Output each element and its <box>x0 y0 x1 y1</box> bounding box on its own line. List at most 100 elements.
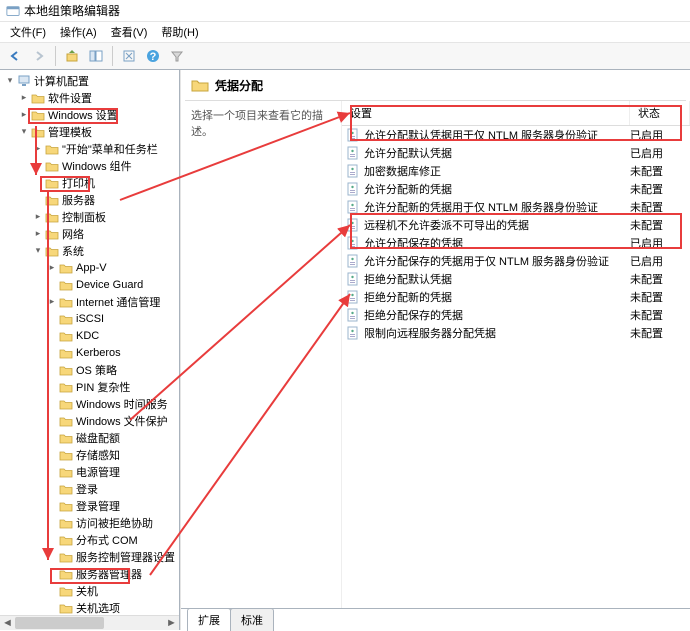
tree-item[interactable]: 登录 <box>0 480 179 497</box>
list-row[interactable]: 拒绝分配默认凭据 未配置 <box>342 270 690 288</box>
tree-item[interactable]: Device Guard <box>0 276 179 293</box>
setting-state: 未配置 <box>630 199 690 215</box>
list-row[interactable]: 允许分配新的凭据 未配置 <box>342 180 690 198</box>
list-row[interactable]: 允许分配保存的凭据 已启用 <box>342 234 690 252</box>
tree-pane[interactable]: ▾ 计算机配置 ▸ 软件设置 ▸ Windows 设置 ▾ 管理模板 ▸ "开始… <box>0 70 180 630</box>
tree-item[interactable]: 电源管理 <box>0 463 179 480</box>
tree-item-label: 打印机 <box>60 175 95 191</box>
folder-icon <box>58 312 74 326</box>
tree-item[interactable]: PIN 复杂性 <box>0 378 179 395</box>
setting-name: 拒绝分配保存的凭据 <box>364 307 630 323</box>
menu-action[interactable]: 操作(A) <box>54 22 103 42</box>
expand-icon[interactable]: ▸ <box>18 92 30 103</box>
details-title: 凭据分配 <box>215 77 263 94</box>
list-row[interactable]: 允许分配新的凭据用于仅 NTLM 服务器身份验证 未配置 <box>342 198 690 216</box>
setting-name: 允许分配默认凭据 <box>364 145 630 161</box>
tree-item[interactable]: 分布式 COM <box>0 531 179 548</box>
folder-icon <box>30 91 46 105</box>
forward-button[interactable] <box>28 45 50 67</box>
scroll-right-icon[interactable]: ► <box>164 616 179 630</box>
list-row[interactable]: 允许分配默认凭据 已启用 <box>342 144 690 162</box>
tree-item[interactable]: Windows 文件保护 <box>0 412 179 429</box>
tabs: 扩展 标准 <box>181 608 690 630</box>
content-area: ▾ 计算机配置 ▸ 软件设置 ▸ Windows 设置 ▾ 管理模板 ▸ "开始… <box>0 70 690 630</box>
tree-item[interactable]: 访问被拒绝协助 <box>0 514 179 531</box>
expand-icon[interactable]: ▸ <box>32 228 44 239</box>
scroll-track[interactable] <box>15 616 164 630</box>
expand-icon[interactable]: ▸ <box>32 143 44 154</box>
expand-icon[interactable]: ▸ <box>18 109 30 120</box>
setting-state: 未配置 <box>630 217 690 233</box>
tree-item[interactable]: 磁盘配额 <box>0 429 179 446</box>
tree-item[interactable]: iSCSI <box>0 310 179 327</box>
tree-item[interactable]: 打印机 <box>0 174 179 191</box>
expand-icon[interactable]: ▾ <box>18 126 30 137</box>
col-setting[interactable]: 设置 <box>342 101 630 125</box>
tree-item[interactable]: 关机选项 <box>0 599 179 616</box>
tree-item[interactable]: ▾ 管理模板 <box>0 123 179 140</box>
tree-item[interactable]: ▸ Windows 组件 <box>0 157 179 174</box>
menu-view[interactable]: 查看(V) <box>105 22 154 42</box>
tree-item[interactable]: ▸ App-V <box>0 259 179 276</box>
scroll-thumb[interactable] <box>15 617 104 629</box>
folder-icon <box>44 244 60 258</box>
tree-item-label: OS 策略 <box>74 362 117 378</box>
title-bar: 本地组策略编辑器 <box>0 0 690 22</box>
folder-icon <box>58 363 74 377</box>
expand-icon[interactable]: ▾ <box>4 75 16 86</box>
folder-icon <box>58 465 74 479</box>
tree-item[interactable]: ▾ 计算机配置 <box>0 72 179 89</box>
tree-item[interactable]: 服务器管理器 <box>0 565 179 582</box>
tree-item-label: 计算机配置 <box>32 73 89 89</box>
folder-icon <box>58 380 74 394</box>
tree-item[interactable]: 服务器 <box>0 191 179 208</box>
expand-icon[interactable]: ▾ <box>32 245 44 256</box>
list-row[interactable]: 加密数据库修正 未配置 <box>342 162 690 180</box>
list-row[interactable]: 远程机不允许委派不可导出的凭据 未配置 <box>342 216 690 234</box>
tree-item[interactable]: Windows 时间服务 <box>0 395 179 412</box>
tree-item[interactable]: ▸ 网络 <box>0 225 179 242</box>
tree-item[interactable]: ▸ Windows 设置 <box>0 106 179 123</box>
tree-item-label: 存储感知 <box>74 447 120 463</box>
tree-item[interactable]: 登录管理 <box>0 497 179 514</box>
menu-file[interactable]: 文件(F) <box>4 22 52 42</box>
tree-item[interactable]: ▸ "开始"菜单和任务栏 <box>0 140 179 157</box>
expand-icon[interactable]: ▸ <box>32 211 44 222</box>
setting-name: 允许分配保存的凭据用于仅 NTLM 服务器身份验证 <box>364 253 630 269</box>
tree-item[interactable]: 服务控制管理器设置 <box>0 548 179 565</box>
menu-help[interactable]: 帮助(H) <box>155 22 204 42</box>
expand-icon[interactable]: ▸ <box>46 262 58 273</box>
folder-icon <box>58 567 74 581</box>
folder-icon <box>58 414 74 428</box>
tree-item[interactable]: KDC <box>0 327 179 344</box>
tree-item[interactable]: Kerberos <box>0 344 179 361</box>
expand-icon[interactable]: ▸ <box>32 160 44 171</box>
help-button[interactable]: ? <box>142 45 164 67</box>
list-row[interactable]: 限制向远程服务器分配凭据 未配置 <box>342 324 690 342</box>
col-state[interactable]: 状态 <box>630 101 690 125</box>
scrollbar-horizontal[interactable]: ◄ ► <box>0 615 179 630</box>
tree-item[interactable]: ▸ 软件设置 <box>0 89 179 106</box>
expand-icon[interactable]: ▸ <box>46 296 58 307</box>
tree-item[interactable]: ▾ 系统 <box>0 242 179 259</box>
tree-item[interactable]: 存储感知 <box>0 446 179 463</box>
tree-item[interactable]: OS 策略 <box>0 361 179 378</box>
tree-item[interactable]: 关机 <box>0 582 179 599</box>
list-row[interactable]: 允许分配默认凭据用于仅 NTLM 服务器身份验证 已启用 <box>342 126 690 144</box>
list-row[interactable]: 拒绝分配保存的凭据 未配置 <box>342 306 690 324</box>
back-button[interactable] <box>4 45 26 67</box>
setting-state: 已启用 <box>630 253 690 269</box>
tree-item-label: "开始"菜单和任务栏 <box>60 141 158 157</box>
refresh-button[interactable] <box>118 45 140 67</box>
scroll-left-icon[interactable]: ◄ <box>0 616 15 630</box>
up-button[interactable] <box>61 45 83 67</box>
tab-standard[interactable]: 标准 <box>230 608 274 631</box>
list-body[interactable]: 允许分配默认凭据用于仅 NTLM 服务器身份验证 已启用 允许分配默认凭据 已启… <box>342 126 690 608</box>
filter-button[interactable] <box>166 45 188 67</box>
tree-item[interactable]: ▸ Internet 通信管理 <box>0 293 179 310</box>
tab-extended[interactable]: 扩展 <box>187 608 231 631</box>
show-hide-button[interactable] <box>85 45 107 67</box>
list-row[interactable]: 允许分配保存的凭据用于仅 NTLM 服务器身份验证 已启用 <box>342 252 690 270</box>
tree-item[interactable]: ▸ 控制面板 <box>0 208 179 225</box>
list-row[interactable]: 拒绝分配新的凭据 未配置 <box>342 288 690 306</box>
